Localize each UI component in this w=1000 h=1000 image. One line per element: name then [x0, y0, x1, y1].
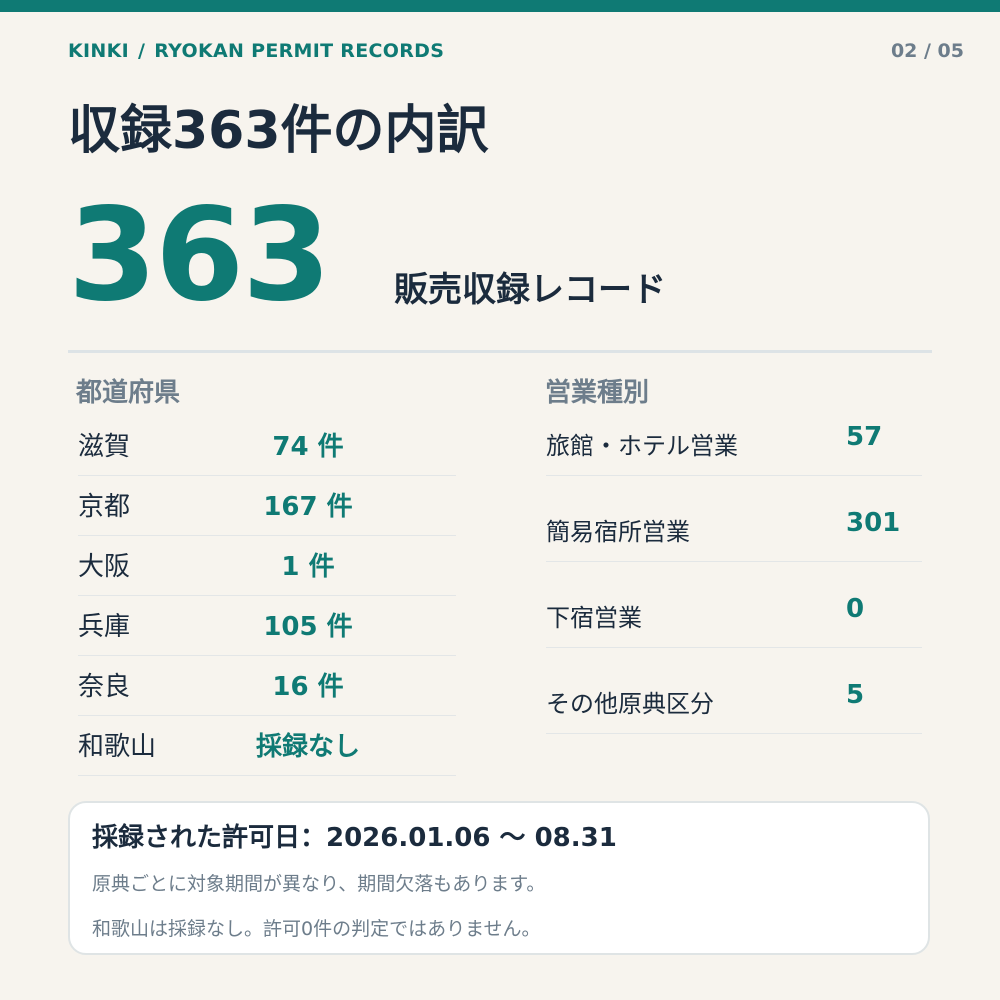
- prefecture-row-shiga: 滋賀 74 件: [78, 416, 456, 476]
- prefecture-count: 105 件: [263, 612, 353, 642]
- page-indicator: 02 / 05: [890, 40, 964, 62]
- total-records-number: 363: [68, 181, 331, 330]
- prefecture-count: 74 件: [272, 432, 344, 462]
- business-type-list: 旅館・ホテル営業 57 簡易宿所営業 301 下宿営業 0 その他原典区分 5: [546, 390, 922, 734]
- business-type-count: 301: [846, 508, 901, 538]
- business-type-row-ryokan-hotel: 旅館・ホテル営業 57: [546, 390, 922, 476]
- business-type-row-simple-lodging: 簡易宿所営業 301: [546, 476, 922, 562]
- prefecture-count: 採録なし: [255, 732, 360, 762]
- business-type-row-other: その他原典区分 5: [546, 648, 922, 734]
- prefecture-name: 大阪: [78, 552, 131, 582]
- prefecture-row-hyogo: 兵庫 105 件: [78, 596, 456, 656]
- prefecture-count: 167 件: [263, 492, 353, 522]
- note-line: 原典ごとに対象期間が異なり、期間欠落もあります。: [92, 873, 546, 895]
- prefecture-list: 滋賀 74 件 京都 167 件 大阪 1 件 兵庫 105 件 奈良 16 件…: [78, 416, 456, 776]
- prefecture-name: 奈良: [78, 672, 131, 702]
- business-type-count: 5: [846, 680, 865, 710]
- prefecture-count: 16 件: [272, 672, 344, 702]
- prefecture-row-nara: 奈良 16 件: [78, 656, 456, 716]
- prefecture-name: 兵庫: [78, 612, 131, 642]
- permit-date-note-card: 採録された許可日：2026.01.06 〜 08.31 原典ごとに対象期間が異な…: [68, 801, 930, 955]
- business-type-row-boarding: 下宿営業 0: [546, 562, 922, 648]
- prefecture-count: 1 件: [281, 552, 335, 582]
- business-type-name: 下宿営業: [546, 604, 642, 632]
- prefecture-name: 京都: [78, 492, 131, 522]
- business-type-name: 簡易宿所営業: [546, 518, 690, 546]
- prefecture-name: 和歌山: [78, 732, 157, 762]
- top-accent-bar: [0, 0, 1000, 12]
- prefecture-row-wakayama: 和歌山 採録なし: [78, 716, 456, 776]
- breadcrumb: KINKI / RYOKAN PERMIT RECORDS: [68, 40, 444, 62]
- note-title: 採録された許可日：2026.01.06 〜 08.31: [92, 823, 617, 853]
- total-records-caption: 販売収録レコード: [394, 270, 666, 310]
- business-type-count: 0: [846, 594, 865, 624]
- prefecture-name: 滋賀: [78, 432, 131, 462]
- page-title: 収録363件の内訳: [68, 101, 489, 161]
- section-divider: [68, 350, 932, 353]
- breadcrumb-section[interactable]: RYOKAN PERMIT RECORDS: [154, 40, 444, 62]
- breadcrumb-separator: /: [138, 40, 146, 62]
- business-type-name: 旅館・ホテル営業: [546, 432, 738, 460]
- business-type-count: 57: [846, 422, 883, 452]
- breadcrumb-region[interactable]: KINKI: [68, 40, 129, 62]
- business-type-name: その他原典区分: [546, 690, 714, 718]
- prefecture-row-kyoto: 京都 167 件: [78, 476, 456, 536]
- prefecture-row-osaka: 大阪 1 件: [78, 536, 456, 596]
- note-line: 和歌山は採録なし。許可0件の判定ではありません。: [92, 918, 541, 940]
- prefecture-heading: 都道府県: [76, 378, 181, 408]
